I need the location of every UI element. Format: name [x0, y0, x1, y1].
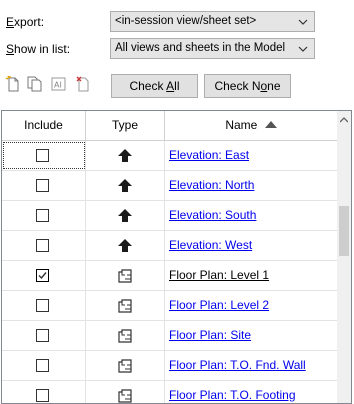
new-set-icon[interactable]: [4, 75, 22, 93]
include-checkbox[interactable]: [36, 239, 49, 252]
type-cell: [86, 171, 165, 200]
name-cell: Floor Plan: T.O. Fnd. Wall: [165, 351, 337, 380]
type-cell: [86, 321, 165, 350]
include-checkbox[interactable]: [36, 179, 49, 192]
view-name-link[interactable]: Elevation: South: [169, 201, 256, 230]
include-cell[interactable]: [2, 201, 86, 230]
table-row[interactable]: Floor Plan: Site: [2, 321, 337, 351]
export-label: Export:: [6, 15, 45, 29]
name-cell: Elevation: South: [165, 201, 337, 230]
table-row[interactable]: Floor Plan: Level 1: [2, 261, 337, 291]
view-name-link[interactable]: Floor Plan: Level 2: [169, 291, 269, 320]
elevation-view-icon: [118, 239, 132, 252]
type-cell: [86, 291, 165, 320]
chevron-down-icon: [298, 46, 308, 52]
type-cell: [86, 201, 165, 230]
table-row[interactable]: Floor Plan: Level 2: [2, 291, 337, 321]
type-cell: [86, 381, 165, 403]
elevation-view-icon: [118, 149, 132, 162]
show-in-list-label: Show in list:: [6, 42, 71, 56]
include-cell[interactable]: [2, 351, 86, 380]
floor-plan-view-icon: [118, 269, 132, 283]
include-checkbox[interactable]: [36, 299, 49, 312]
name-cell: Floor Plan: Level 1: [165, 261, 337, 290]
floor-plan-view-icon: [118, 329, 132, 343]
name-cell: Elevation: East: [165, 141, 337, 170]
include-checkbox[interactable]: [36, 269, 49, 282]
include-cell[interactable]: [2, 141, 86, 170]
views-table[interactable]: Include Type Name Elevation: East Elevati…: [1, 110, 352, 404]
floor-plan-view-icon: [118, 389, 132, 403]
table-row[interactable]: Elevation: West: [2, 231, 337, 261]
rename-set-icon[interactable]: AI: [50, 75, 68, 93]
include-checkbox[interactable]: [36, 359, 49, 372]
chevron-down-icon: [298, 19, 308, 25]
show-in-list-select-value: All views and sheets in the Model: [115, 42, 286, 54]
column-header-type[interactable]: Type: [86, 111, 165, 140]
check-none-button[interactable]: Check None: [204, 74, 291, 98]
column-header-name-label: Name: [225, 118, 258, 132]
check-icon: [38, 272, 47, 280]
include-cell[interactable]: [2, 171, 86, 200]
view-name-link[interactable]: Elevation: West: [169, 231, 252, 260]
type-cell: [86, 261, 165, 290]
export-select-value: <in-session view/sheet set>: [115, 15, 257, 27]
view-name-link[interactable]: Floor Plan: Level 1: [169, 261, 269, 290]
include-cell[interactable]: [2, 231, 86, 260]
table-row[interactable]: Elevation: East: [2, 141, 337, 171]
include-cell[interactable]: [2, 381, 86, 403]
svg-text:AI: AI: [54, 81, 62, 90]
table-row[interactable]: Floor Plan: T.O. Fnd. Wall: [2, 351, 337, 381]
floor-plan-view-icon: [118, 299, 132, 313]
table-body: Elevation: East Elevation: North Elevation…: [2, 141, 337, 403]
table-row[interactable]: Elevation: North: [2, 171, 337, 201]
view-name-link[interactable]: Floor Plan: T.O. Fnd. Wall: [169, 351, 306, 380]
scroll-up-icon[interactable]: [340, 117, 348, 123]
export-select[interactable]: <in-session view/sheet set>: [110, 11, 315, 32]
table-row[interactable]: Elevation: South: [2, 201, 337, 231]
delete-set-icon[interactable]: [74, 75, 92, 93]
type-cell: [86, 231, 165, 260]
floor-plan-view-icon: [118, 359, 132, 373]
scrollbar-thumb[interactable]: [339, 206, 349, 256]
column-header-include[interactable]: Include: [2, 111, 86, 140]
include-cell[interactable]: [2, 291, 86, 320]
view-name-link[interactable]: Floor Plan: T.O. Footing: [169, 381, 296, 403]
name-cell: Floor Plan: Level 2: [165, 291, 337, 320]
name-cell: Elevation: North: [165, 171, 337, 200]
include-cell[interactable]: [2, 321, 86, 350]
elevation-view-icon: [118, 179, 132, 192]
include-cell[interactable]: [2, 261, 86, 290]
name-cell: Floor Plan: T.O. Footing: [165, 381, 337, 403]
table-header: Include Type Name: [2, 111, 337, 141]
table-row[interactable]: Floor Plan: T.O. Footing: [2, 381, 337, 403]
include-checkbox[interactable]: [36, 329, 49, 342]
sort-ascending-icon: [264, 121, 277, 128]
check-all-button[interactable]: Check All: [111, 74, 198, 98]
type-cell: [86, 351, 165, 380]
view-name-link[interactable]: Elevation: North: [169, 171, 254, 200]
type-cell: [86, 141, 165, 170]
column-header-name[interactable]: Name: [165, 111, 337, 140]
elevation-view-icon: [118, 209, 132, 222]
include-checkbox[interactable]: [36, 389, 49, 402]
duplicate-set-icon[interactable]: [26, 75, 44, 93]
name-cell: Elevation: West: [165, 231, 337, 260]
show-in-list-select[interactable]: All views and sheets in the Model: [110, 38, 315, 59]
name-cell: Floor Plan: Site: [165, 321, 337, 350]
vertical-scrollbar[interactable]: [337, 111, 351, 403]
view-name-link[interactable]: Floor Plan: Site: [169, 321, 251, 350]
view-name-link[interactable]: Elevation: East: [169, 141, 249, 170]
include-checkbox[interactable]: [36, 209, 49, 222]
include-checkbox[interactable]: [36, 149, 49, 162]
